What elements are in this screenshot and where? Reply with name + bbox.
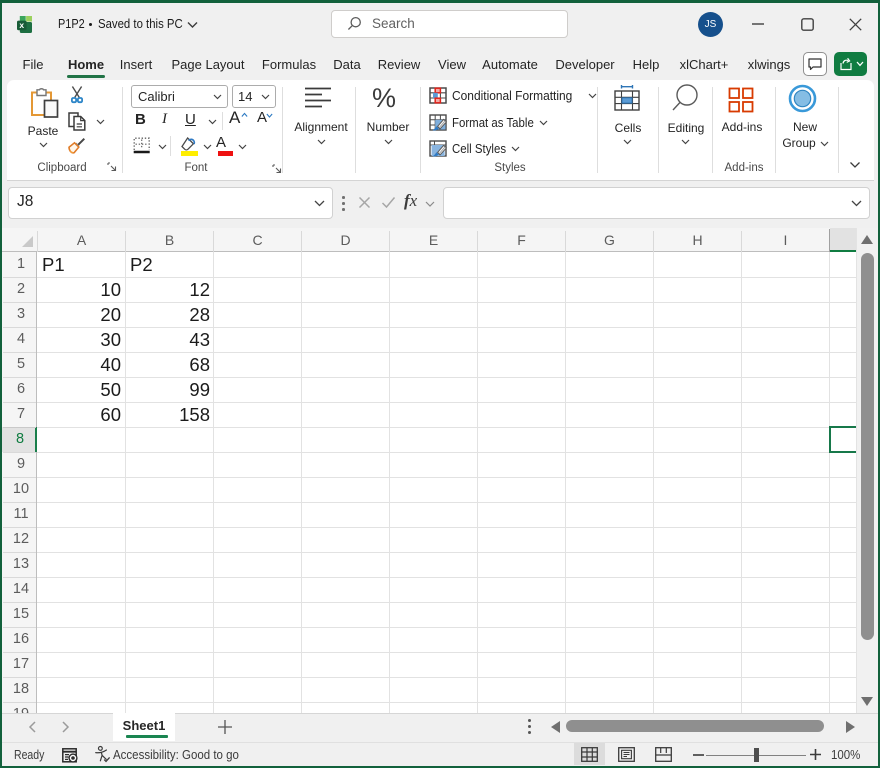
svg-text:x: x (19, 20, 24, 30)
